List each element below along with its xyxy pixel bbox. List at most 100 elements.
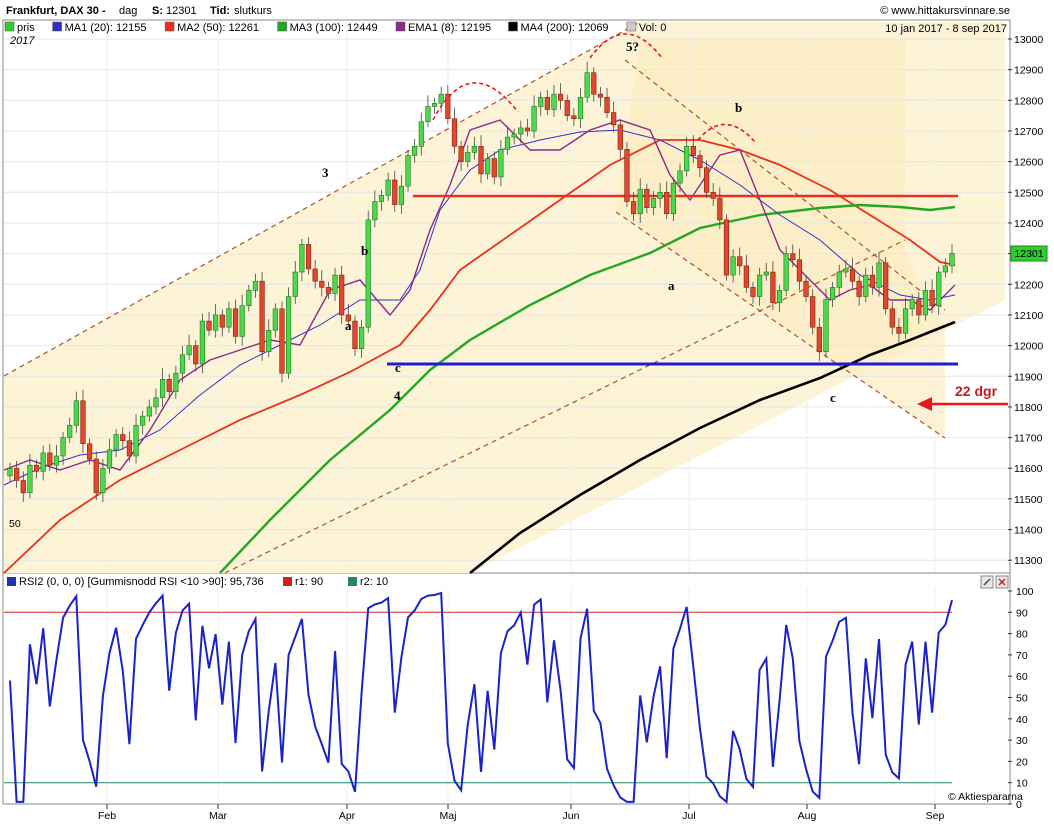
candle-body [53, 455, 60, 466]
candle-body [571, 115, 577, 120]
time-label: Tid: [210, 5, 230, 17]
rsi-r2: r2: 10 [360, 576, 388, 588]
candle-body [312, 268, 318, 282]
time-value: slutkurs [234, 5, 272, 17]
wave-c-label-1: c [395, 360, 401, 375]
candle-body [100, 467, 106, 494]
candle-body [392, 179, 398, 205]
candle-body [558, 93, 564, 101]
candle-body [246, 290, 252, 307]
candle-body [332, 274, 338, 294]
candle-body [803, 280, 809, 297]
y-tick-label: 12200 [1014, 279, 1043, 291]
x-tick-label: Sep [926, 810, 945, 822]
candle-body [591, 72, 597, 95]
candle-body [106, 449, 113, 469]
side-label: 50 [9, 518, 21, 530]
candle-body [451, 118, 458, 147]
candle-body [232, 308, 239, 337]
wave-5-label: 5? [626, 39, 639, 54]
rsi-y-tick-label: 80 [1016, 629, 1028, 641]
candle-body [750, 287, 756, 297]
candle-body [325, 287, 332, 294]
x-tick-label: Jun [563, 810, 580, 822]
y-tick-label: 11400 [1014, 525, 1043, 537]
legend-label: MA2 (50): 12261 [177, 22, 259, 34]
rsi-y-tick-label: 70 [1016, 650, 1028, 662]
candle-body [776, 290, 783, 303]
candle-body [790, 253, 796, 261]
candle-body [684, 146, 690, 172]
candle-body [478, 146, 484, 175]
candle-body [465, 152, 471, 162]
candle-body [770, 271, 776, 303]
y-tick-label: 12100 [1014, 310, 1043, 322]
candle-body [856, 280, 862, 297]
candle-body [431, 103, 438, 107]
candle-body [458, 146, 464, 162]
candle-body [916, 299, 922, 316]
candle-body [849, 268, 856, 282]
candle-body [279, 308, 285, 374]
candle-body [412, 146, 418, 156]
candle-body [677, 170, 683, 184]
rsi-y-tick-label: 60 [1016, 671, 1028, 683]
candle-body [193, 345, 199, 365]
candle-body [186, 345, 192, 356]
candle-body [199, 320, 205, 365]
legend-swatch [395, 21, 406, 32]
candle-body [737, 256, 743, 267]
chart-period: dag [119, 5, 137, 17]
candle-body [352, 320, 358, 349]
y-tick-label: 12600 [1014, 157, 1043, 169]
x-tick-label: Apr [339, 810, 356, 822]
candle-body [385, 179, 391, 196]
candle-body [597, 93, 604, 98]
candle-body [664, 192, 670, 215]
rsi-r1: r1: 90 [295, 576, 323, 588]
candle-body [843, 268, 849, 273]
candle-body [20, 480, 26, 494]
candle-body [518, 127, 524, 135]
y-tick-label: 12700 [1014, 126, 1043, 138]
candle-body [783, 253, 789, 291]
candle-body [723, 219, 730, 276]
candle-body [272, 308, 278, 331]
x-tick-label: Feb [98, 810, 116, 822]
candle-body [703, 167, 710, 193]
x-tick-label: Aug [798, 810, 817, 822]
candle-body [823, 299, 829, 353]
candle-body [491, 158, 497, 178]
candle-body [922, 290, 929, 316]
candle-body [829, 287, 836, 300]
y-tick-label: 11800 [1014, 402, 1043, 414]
legend-swatch [626, 21, 637, 32]
candle-body [425, 106, 431, 123]
legend-swatch [277, 21, 287, 32]
last-value: 12301 [166, 5, 197, 17]
candle-body [763, 271, 769, 276]
candle-body [438, 93, 444, 104]
rsi-swatch [7, 577, 16, 586]
last-label: S: [152, 5, 163, 17]
candle-body [80, 400, 86, 445]
candle-body [305, 244, 312, 270]
candle-body [531, 106, 537, 132]
candle-body [757, 274, 763, 297]
wave-c-label-2: c [830, 390, 836, 405]
candle-body [173, 372, 179, 392]
candle-body [146, 406, 152, 417]
y-tick-label: 11900 [1014, 371, 1043, 383]
candle-body [816, 326, 822, 353]
y-tick-label: 12000 [1014, 341, 1043, 353]
wave-a-label-1: a [345, 318, 352, 333]
candle-body [93, 458, 99, 494]
year-tag: 2017 [9, 35, 35, 47]
candle-body [120, 434, 126, 441]
candle-body [33, 464, 40, 472]
legend: pris MA1 (20): 12155 MA2 (50): 12261 MA3 (1… [4, 21, 666, 34]
legend-label: EMA1 (8): 12195 [408, 22, 491, 34]
candle-body [299, 244, 305, 273]
candle-body [113, 434, 119, 451]
x-tick-label: Maj [440, 810, 457, 822]
